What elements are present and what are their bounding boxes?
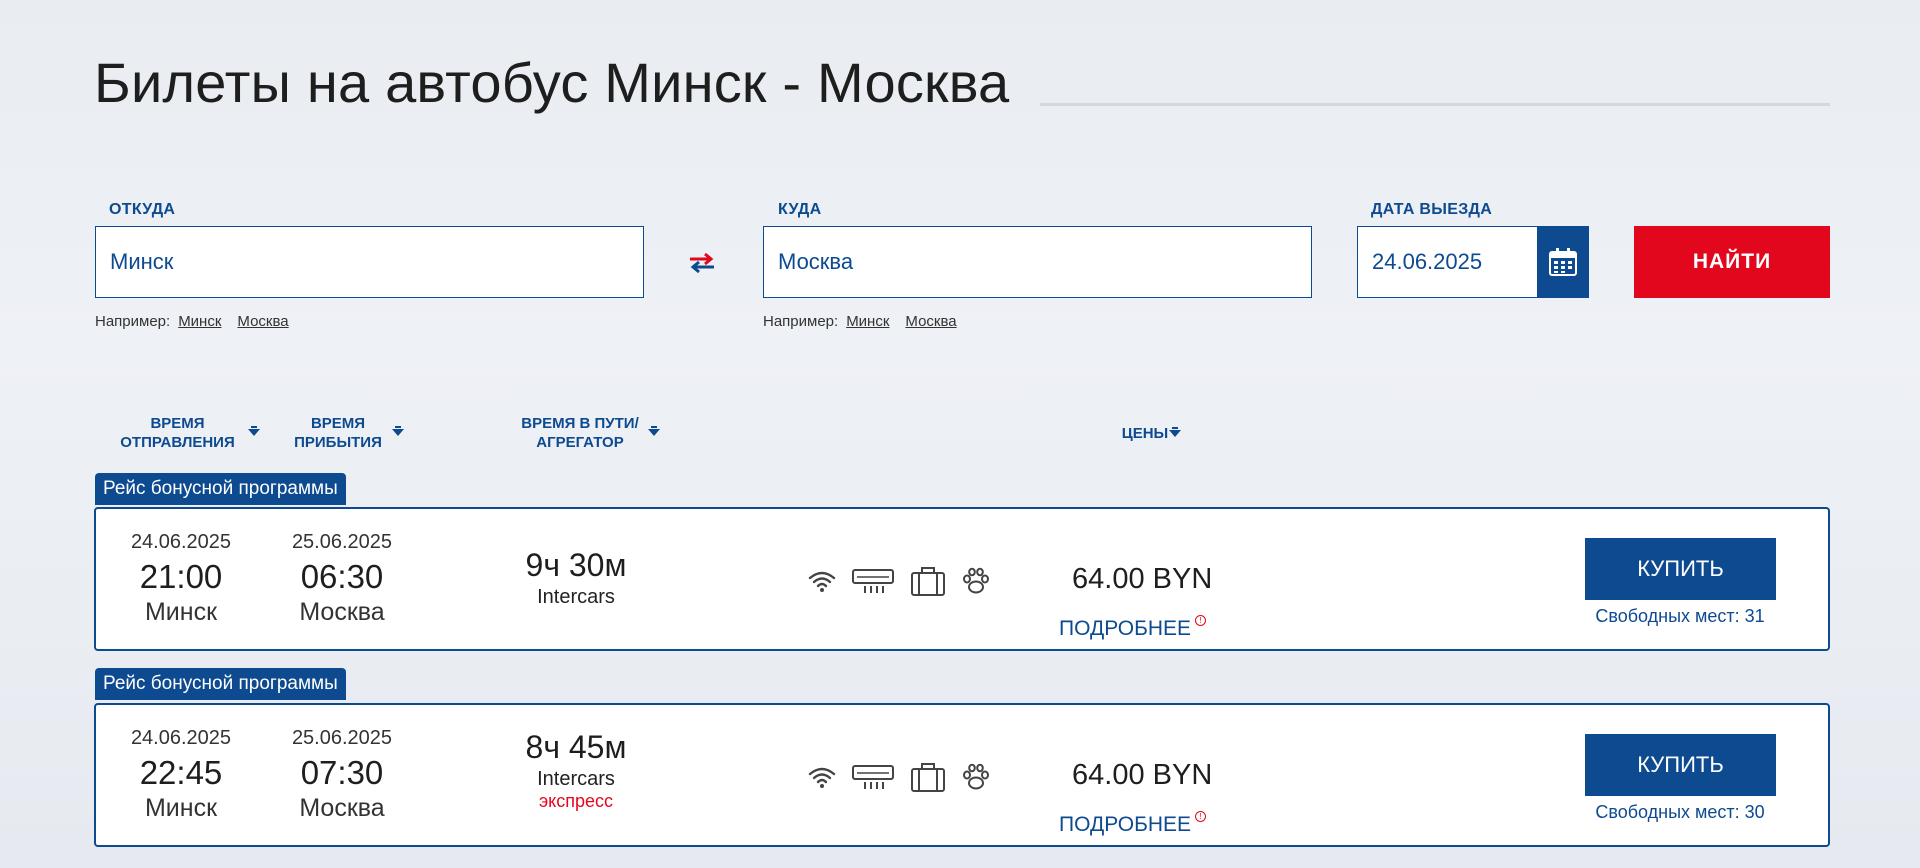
trip-price: 64.00 BYN [1072,563,1213,595]
wifi-icon [808,767,836,788]
swap-arrows-icon [690,252,714,274]
trip-card: 24.06.2025 22:45 Минск 25.06.2025 07:30 … [94,703,1830,847]
luggage-icon [911,567,945,596]
info-icon: ! [1195,615,1207,626]
duration-block: 9ч 30м Intercars [486,547,666,609]
luggage-icon [911,763,945,792]
sort-arrow-icon [392,426,404,436]
bonus-program-tag: Рейс бонусной программы [95,668,346,700]
trip-card: 24.06.2025 21:00 Минск 25.06.2025 06:30 … [94,507,1830,651]
date-input[interactable] [1357,226,1538,298]
trip-price: 64.00 BYN [1072,759,1213,791]
bonus-program-tag: Рейс бонусной программы [95,473,346,505]
arrival-block: 25.06.2025 07:30 Москва [277,727,407,823]
sort-arrow-icon [248,426,260,436]
sort-arrival-line1: ВРЕМЯ [310,415,366,432]
calendar-icon [1549,248,1577,276]
wifi-icon [808,571,836,592]
sort-prices[interactable]: ЦЕНЫ [1105,424,1185,443]
example-link-moscow[interactable]: Москва [237,313,288,330]
example-link-minsk[interactable]: Минск [178,313,221,330]
info-icon: ! [1195,811,1207,822]
from-label: ОТКУДА [109,201,176,218]
free-seats: Свободных мест: 30 [1595,802,1765,822]
examples-label: Например: [763,313,839,330]
trip-duration: 8ч 45м [525,729,627,765]
sort-arrival[interactable]: ВРЕМЯ ПРИБЫТИЯ [282,414,404,452]
departure-city: Минск [144,794,218,822]
page-title: Билеты на автобус Минск - Москва [94,51,1010,114]
from-examples: Например: Минск Москва [95,313,297,330]
details-label: ПОДРОБНЕЕ [1059,813,1192,836]
arrival-date: 25.06.2025 [291,727,393,749]
arrival-time: 07:30 [300,754,384,791]
details-label: ПОДРОБНЕЕ [1059,617,1192,640]
sort-arrow-icon [1169,427,1181,437]
departure-city: Минск [144,598,218,626]
sort-departure-line1: ВРЕМЯ [150,415,205,432]
carrier-name: Intercars [537,768,615,790]
calendar-button[interactable] [1537,226,1589,298]
air-conditioner-icon [852,569,894,593]
sort-duration-line1: ВРЕМЯ В ПУТИ/ [521,415,639,432]
title-divider [1040,103,1830,106]
arrival-city: Москва [299,598,385,626]
arrival-city: Москва [299,794,385,822]
amenities [807,565,991,597]
trip-duration: 9ч 30м [525,547,627,583]
amenities [807,761,991,793]
departure-date: 24.06.2025 [130,531,232,553]
sort-arrow-icon [648,426,660,436]
pet-paw-icon [963,763,989,790]
arrival-block: 25.06.2025 06:30 Москва [277,531,407,627]
date-label: ДАТА ВЫЕЗДА [1371,201,1493,218]
air-conditioner-icon [852,765,894,789]
arrival-date: 25.06.2025 [291,531,393,553]
swap-cities-button[interactable] [688,252,716,274]
sort-arrival-line2: ПРИБЫТИЯ [294,434,382,451]
departure-block: 24.06.2025 21:00 Минск [116,531,246,627]
pet-paw-icon [963,567,989,594]
free-seats: Свободных мест: 31 [1595,606,1765,626]
express-label: экспресс [538,791,614,811]
sort-departure-line2: ОТПРАВЛЕНИЯ [120,434,235,451]
sort-duration[interactable]: ВРЕМЯ В ПУТИ/ АГРЕГАТОР [510,414,660,452]
to-examples: Например: Минск Москва [763,313,965,330]
duration-block: 8ч 45м Intercars экспресс [486,729,666,812]
examples-label: Например: [95,313,171,330]
departure-block: 24.06.2025 22:45 Минск [116,727,246,823]
details-link[interactable]: ПОДРОБНЕЕ! [1059,615,1207,641]
example-link-moscow[interactable]: Москва [905,313,956,330]
departure-time: 22:45 [139,754,223,791]
find-button[interactable]: НАЙТИ [1634,226,1830,298]
to-input[interactable] [763,226,1312,298]
details-link[interactable]: ПОДРОБНЕЕ! [1059,811,1207,837]
to-label: КУДА [778,201,822,218]
example-link-minsk[interactable]: Минск [846,313,889,330]
departure-date: 24.06.2025 [130,727,232,749]
from-input[interactable] [95,226,644,298]
arrival-time: 06:30 [300,558,384,595]
buy-button[interactable]: КУПИТЬ [1585,734,1776,796]
carrier-name: Intercars [537,586,615,608]
departure-time: 21:00 [139,558,223,595]
sort-duration-line2: АГРЕГАТОР [536,434,624,451]
sort-departure[interactable]: ВРЕМЯ ОТПРАВЛЕНИЯ [110,414,260,452]
buy-button[interactable]: КУПИТЬ [1585,538,1776,600]
